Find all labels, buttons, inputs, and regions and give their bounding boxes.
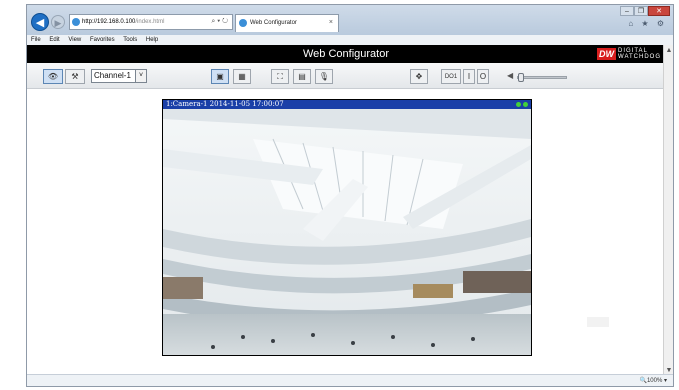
chevron-down-icon: ˅	[135, 70, 146, 82]
ie-page-icon	[72, 18, 80, 26]
menu-help[interactable]: Help	[146, 37, 158, 43]
status-led-icon	[516, 102, 521, 107]
camera-timestamp-label: 1:Camera-1 2014-11-05 17:00:07	[166, 100, 284, 108]
browser-tab[interactable]: Web Configurator ×	[235, 14, 339, 32]
multi-view-icon[interactable]: ▦	[233, 69, 251, 84]
tab-title: Web Configurator	[250, 20, 297, 26]
single-view-icon[interactable]: ▣	[211, 69, 229, 84]
address-search-refresh-icons[interactable]: ⌕ ▾ ↻	[211, 15, 228, 29]
zoom-level[interactable]: 🔍100% ▾	[640, 376, 668, 386]
minimize-icon[interactable]: ‒	[620, 6, 634, 16]
address-bar[interactable]: http://192.168.0.100/index.html ⌕ ▾ ↻	[69, 14, 233, 30]
volume-slider-handle[interactable]	[518, 73, 524, 82]
output-off-button[interactable]: O	[477, 69, 489, 84]
browser-status-bar: 🔍100% ▾	[27, 374, 673, 386]
vertical-scrollbar[interactable]: ▲ ▼	[663, 45, 673, 376]
microphone-icon[interactable]: 🎙	[315, 69, 333, 84]
channel-selected-value: Channel-1	[94, 71, 131, 80]
address-path: /index.html	[135, 19, 165, 25]
speaker-icon[interactable]: ◀	[507, 71, 513, 80]
menu-favorites[interactable]: Favorites	[90, 37, 115, 43]
scroll-down-icon[interactable]: ▼	[664, 367, 673, 374]
video-overlay-bar: 1:Camera-1 2014-11-05 17:00:07	[163, 100, 531, 109]
camera-video-view[interactable]: 1:Camera-1 2014-11-05 17:00:07	[162, 99, 532, 356]
window-controls: ‒ ❐ ✕	[620, 6, 670, 17]
back-arrow-icon[interactable]: ◀	[31, 13, 49, 31]
fullscreen-icon[interactable]: ⛶	[271, 69, 289, 84]
volume-slider[interactable]	[517, 73, 567, 82]
menu-file[interactable]: File	[31, 37, 41, 43]
live-view-eye-icon[interactable]: 👁	[43, 69, 63, 84]
snapshot-icon[interactable]: ▤	[293, 69, 311, 84]
scroll-up-icon[interactable]: ▲	[664, 47, 673, 54]
logo-text: DIGITAL WATCHDOG	[618, 48, 661, 60]
logo-mark: DW	[597, 48, 616, 60]
setup-tools-icon[interactable]: ⚒	[65, 69, 85, 84]
close-icon[interactable]: ✕	[648, 6, 670, 16]
output-on-button[interactable]: I	[463, 69, 475, 84]
browser-window: ◀ ▶ http://192.168.0.100/index.html ⌕ ▾ …	[26, 4, 674, 387]
browser-menu-bar: File Edit View Favorites Tools Help	[27, 35, 673, 45]
viewer-toolbar: 👁 ⚒ Channel-1 ˅ ▣ ▦ ⛶ ▤ 🎙 ✥ DO1 I O ◀	[27, 63, 665, 89]
address-host: http://192.168.0.100	[82, 19, 136, 25]
ptz-control-icon[interactable]: ✥	[410, 69, 428, 84]
maximize-icon[interactable]: ❐	[634, 6, 648, 16]
home-favorites-settings-icons[interactable]: ⌂ ★ ⚙	[628, 19, 667, 28]
ie-tab-icon	[239, 19, 247, 27]
page-corner-tag	[587, 317, 609, 327]
app-title: Web Configurator	[302, 48, 389, 60]
digital-watchdog-logo: DW DIGITAL WATCHDOG	[597, 48, 661, 60]
web-page: Web Configurator DW DIGITAL WATCHDOG 👁 ⚒…	[27, 45, 665, 376]
menu-tools[interactable]: Tools	[123, 37, 137, 43]
status-led-icon	[523, 102, 528, 107]
camera-video-image	[163, 109, 531, 355]
logo-text-line-2: WATCHDOG	[618, 54, 661, 60]
menu-view[interactable]: View	[68, 37, 81, 43]
channel-select[interactable]: Channel-1 ˅	[91, 69, 147, 83]
app-header: Web Configurator DW DIGITAL WATCHDOG	[27, 45, 665, 63]
browser-title-bar: ◀ ▶ http://192.168.0.100/index.html ⌕ ▾ …	[27, 5, 673, 35]
forward-arrow-icon[interactable]: ▶	[51, 15, 65, 29]
tab-close-icon[interactable]: ×	[329, 15, 333, 31]
menu-edit[interactable]: Edit	[49, 37, 59, 43]
digital-output-select[interactable]: DO1	[441, 69, 461, 84]
